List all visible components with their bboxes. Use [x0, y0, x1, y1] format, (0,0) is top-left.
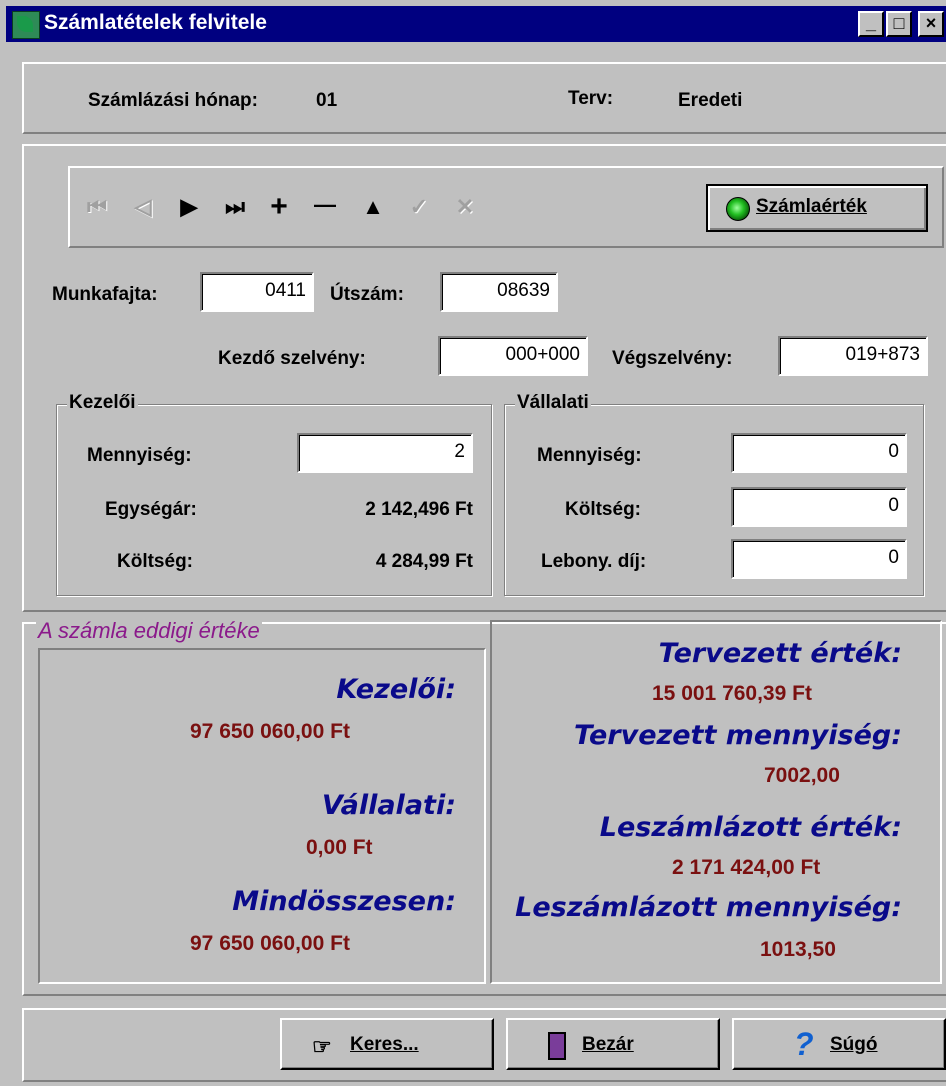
end-section-field[interactable]: 019+873	[778, 336, 928, 376]
operator-group-title: Kezelői	[67, 392, 138, 414]
operator-cost-value: 4 284,99 Ft	[375, 551, 473, 572]
close-button[interactable]: Bezár	[506, 1018, 720, 1070]
insert-record-icon[interactable]: +	[264, 190, 294, 224]
search-button[interactable]: ☞ Keres...	[280, 1018, 494, 1070]
company-quantity-field[interactable]: 0	[731, 433, 907, 473]
edit-record-icon[interactable]: ▲	[358, 194, 388, 220]
first-record-icon[interactable]: ⏮	[82, 194, 112, 220]
handling-fee-label: Lebony. díj:	[541, 551, 647, 572]
unit-price-value: 2 142,496 Ft	[365, 499, 473, 520]
end-section-label: Végszelvény:	[612, 348, 733, 369]
summary-right-box: Tervezett érték: 15 001 760,39 Ft Tervez…	[490, 620, 942, 984]
operator-quantity-label: Mennyiség:	[87, 445, 192, 466]
invoice-value-button[interactable]: Számlaérték	[706, 184, 928, 232]
last-record-icon[interactable]: ⏭	[220, 194, 250, 220]
operator-cost-label: Költség:	[117, 551, 193, 572]
question-mark-icon: ?	[794, 1026, 814, 1062]
record-navigator: ⏮ ◁ ▶ ⏭ + — ▲ ✓ ✕ Számlaérték	[68, 166, 944, 248]
company-total-value: 0,00 Ft	[306, 836, 373, 859]
invoiced-value: 2 171 424,00 Ft	[672, 856, 821, 879]
close-button-label: Bezár	[582, 1034, 634, 1055]
company-total-label: Vállalati:	[321, 790, 456, 821]
post-record-icon[interactable]: ✓	[404, 194, 434, 220]
month-value: 01	[316, 90, 338, 111]
company-group: Vállalati Mennyiség: 0 Költség: 0 Lebony…	[504, 392, 924, 596]
next-record-icon[interactable]: ▶	[174, 194, 204, 220]
exit-door-icon	[548, 1032, 566, 1060]
road-number-label: Útszám:	[330, 284, 404, 305]
invoice-summary-panel: A számla eddigi értéke Kezelői: 97 650 0…	[22, 618, 946, 996]
green-light-icon	[726, 197, 750, 221]
summary-left-box: Kezelői: 97 650 060,00 Ft Vállalati: 0,0…	[38, 648, 486, 984]
planned-value-label: Tervezett érték:	[658, 638, 902, 669]
cancel-record-icon[interactable]: ✕	[450, 194, 480, 220]
company-quantity-label: Mennyiség:	[537, 445, 642, 466]
start-section-label: Kezdő szelvény:	[218, 348, 366, 369]
close-window-button[interactable]: ×	[918, 11, 944, 37]
plan-value: Eredeti	[678, 90, 743, 111]
grand-total-value: 97 650 060,00 Ft	[190, 932, 350, 955]
edit-panel: ⏮ ◁ ▶ ⏭ + — ▲ ✓ ✕ Számlaérték Munkafajta…	[22, 144, 946, 612]
operator-total-value: 97 650 060,00 Ft	[190, 720, 350, 743]
delete-record-icon[interactable]: —	[310, 192, 340, 218]
operator-quantity-field[interactable]: 2	[297, 433, 473, 473]
help-button-label: Súgó	[830, 1034, 878, 1055]
grand-total-label: Mindösszesen:	[232, 886, 456, 917]
app-leaf-icon[interactable]	[12, 11, 40, 39]
invoiced-value-label: Leszámlázott érték:	[599, 812, 902, 843]
operator-group: Kezelői Mennyiség: 2 Egységár: 2 142,496…	[56, 392, 492, 596]
start-section-field[interactable]: 000+000	[438, 336, 588, 376]
window-title: Számlatételek felvitele	[44, 11, 267, 34]
month-label: Számlázási hónap:	[88, 90, 258, 111]
minimize-button[interactable]: _	[858, 11, 884, 37]
unit-price-label: Egységár:	[105, 499, 197, 520]
search-button-label: Keres...	[350, 1034, 419, 1055]
company-cost-field[interactable]: 0	[731, 487, 907, 527]
invoiced-quantity: 1013,50	[760, 938, 836, 961]
help-button[interactable]: ? Súgó	[732, 1018, 946, 1070]
invoice-value-label: Számlaérték	[756, 196, 867, 217]
handling-fee-field[interactable]: 0	[731, 539, 907, 579]
plan-label: Terv:	[568, 88, 614, 109]
title-bar[interactable]: Számlatételek felvitele _ □ ×	[6, 6, 946, 42]
planned-value: 15 001 760,39 Ft	[652, 682, 812, 705]
maximize-button[interactable]: □	[886, 11, 912, 37]
work-type-label: Munkafajta:	[52, 284, 158, 305]
company-group-title: Vállalati	[515, 392, 591, 414]
work-type-field[interactable]: 0411	[200, 272, 314, 312]
road-number-field[interactable]: 08639	[440, 272, 558, 312]
operator-total-label: Kezelői:	[336, 674, 456, 705]
invoice-summary-title: A számla eddigi értéke	[36, 618, 262, 644]
header-panel: Számlázási hónap: 01 Terv: Eredeti	[22, 62, 946, 134]
planned-quantity-label: Tervezett mennyiség:	[574, 720, 902, 751]
footer-panel: ☞ Keres... Bezár ? Súgó	[22, 1008, 946, 1082]
planned-quantity: 7002,00	[764, 764, 840, 787]
prior-record-icon[interactable]: ◁	[128, 194, 158, 220]
pointing-hand-icon: ☞	[312, 1034, 332, 1059]
company-cost-label: Költség:	[565, 499, 641, 520]
invoiced-quantity-label: Leszámlázott mennyiség:	[515, 892, 902, 923]
application-window: Számlatételek felvitele _ □ × Számlázási…	[0, 0, 946, 1086]
